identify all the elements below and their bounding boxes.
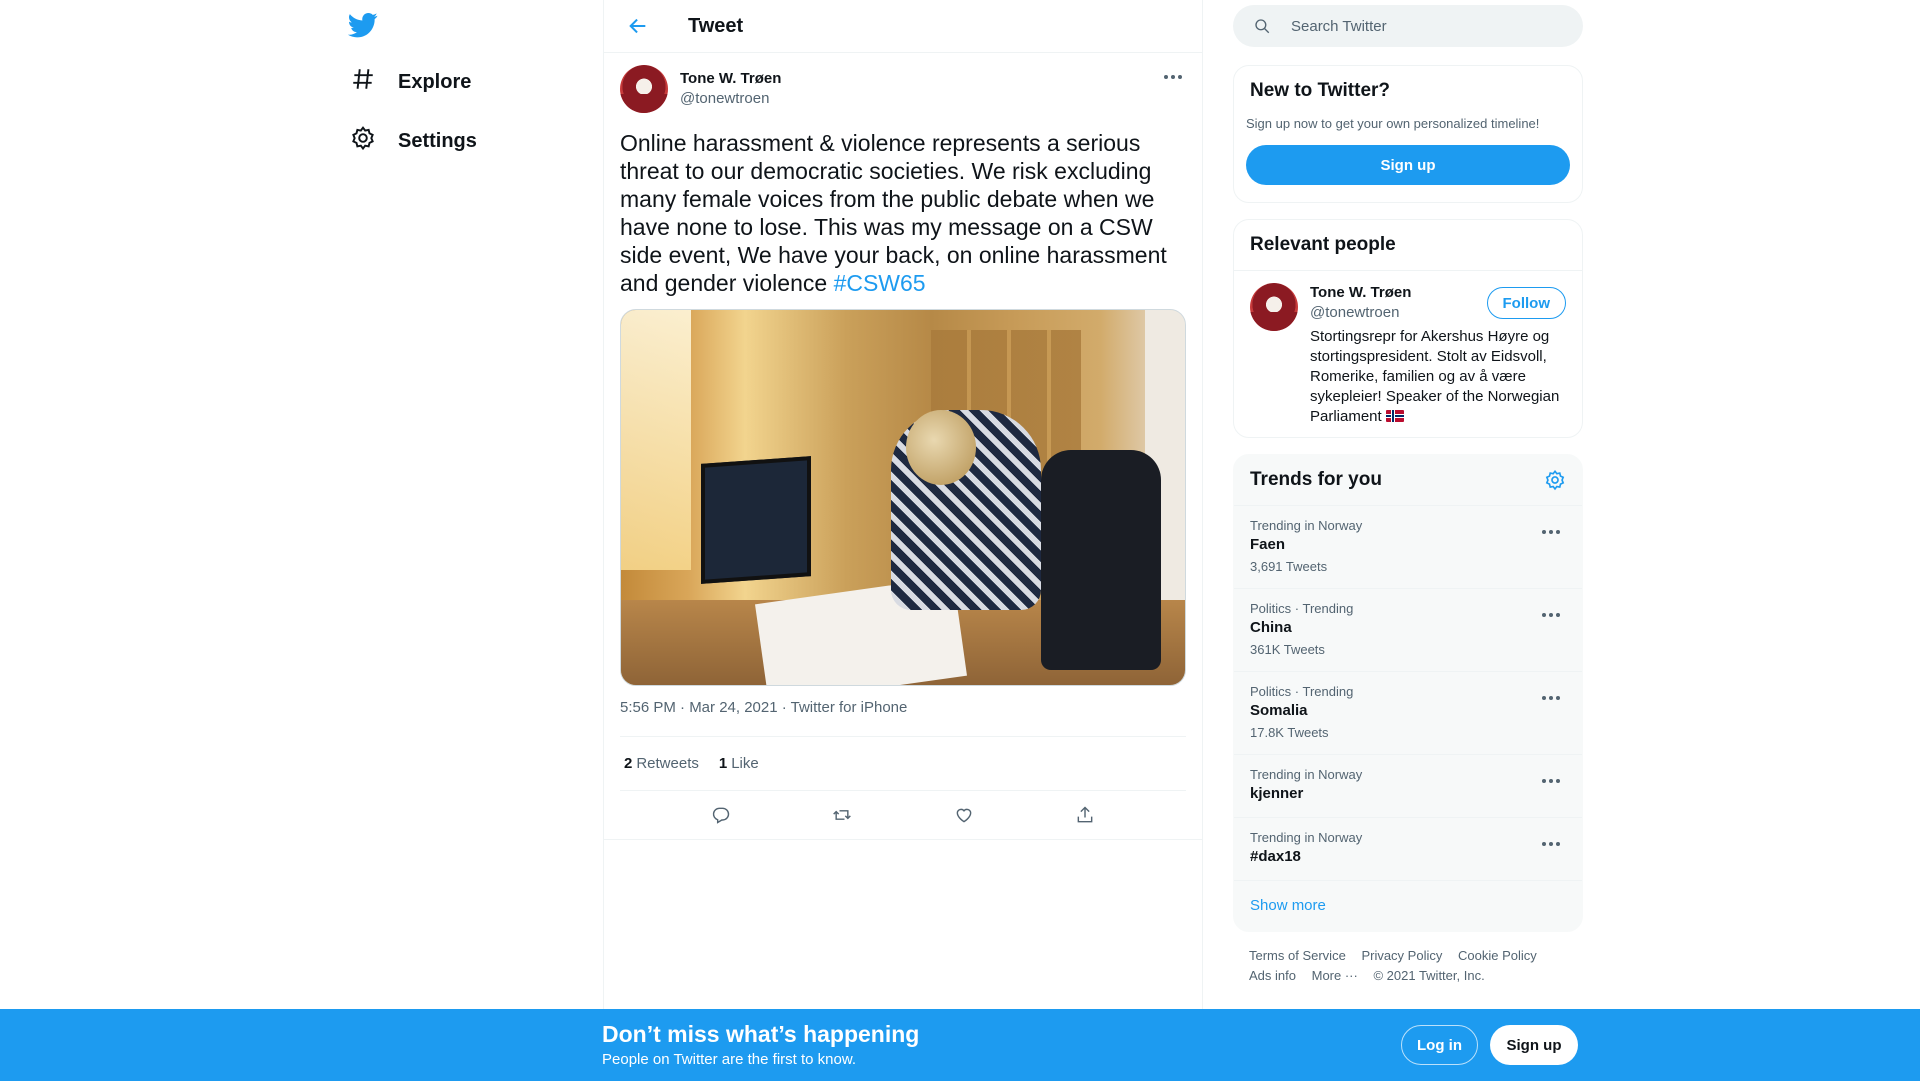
retweets-label: Retweets — [636, 755, 699, 772]
trend-count: 3,691 Tweets — [1250, 559, 1328, 574]
trends-header: Trends for you — [1234, 455, 1582, 505]
sidebar-signup-button[interactable]: Sign up — [1246, 145, 1570, 185]
retweets-count: 2 — [624, 755, 633, 772]
trends-title: Trends for you — [1250, 469, 1382, 490]
settings-gear-icon[interactable] — [1544, 469, 1566, 491]
trend-name: Somalia — [1250, 702, 1308, 719]
footer-link-terms[interactable]: Terms of Service — [1249, 948, 1346, 963]
hashtag-icon — [350, 66, 376, 98]
person-bio: Stortingsrepr for Akershus Høyre og stor… — [1310, 327, 1566, 427]
more-options-icon[interactable] — [1538, 688, 1564, 708]
trend-meta: Trending in Norway — [1250, 518, 1363, 533]
nav-settings-label: Settings — [398, 129, 477, 152]
like-icon[interactable] — [947, 798, 981, 832]
trend-count: 361K Tweets — [1250, 642, 1325, 657]
retweets-stat[interactable]: 2 Retweets — [624, 755, 699, 772]
trend-name: #dax18 — [1250, 848, 1301, 865]
trend-name: Faen — [1250, 536, 1286, 553]
nav-explore-label: Explore — [398, 70, 472, 93]
tweet-text: Online harassment & violence represents … — [620, 129, 1190, 297]
footer-links: Terms of Service Privacy Policy Cookie P… — [1233, 946, 1583, 986]
tweet-author: Tone W. Trøen @tonewtroen — [620, 65, 1186, 115]
footer-link-ads[interactable]: Ads info — [1249, 968, 1296, 983]
show-more-link[interactable]: Show more — [1234, 880, 1582, 930]
trend-item[interactable]: Politics · Trending Somalia 17.8K Tweets — [1234, 671, 1582, 754]
trend-item[interactable]: Trending in Norway Faen 3,691 Tweets — [1234, 505, 1582, 588]
trend-meta: Trending in Norway — [1250, 767, 1363, 782]
trends-card: Trends for you Trending in Norway Faen 3… — [1233, 454, 1583, 932]
relevant-people-title: Relevant people — [1234, 220, 1582, 271]
footer-link-privacy[interactable]: Privacy Policy — [1361, 948, 1442, 963]
hashtag-link[interactable]: #CSW65 — [834, 270, 926, 296]
trend-name: kjenner — [1250, 785, 1304, 802]
tweet-actions — [620, 791, 1186, 839]
more-options-icon[interactable] — [1538, 834, 1564, 854]
norway-flag-icon — [1385, 410, 1404, 422]
trend-count: 17.8K Tweets — [1250, 725, 1329, 740]
trend-name: China — [1250, 619, 1292, 636]
search-box[interactable] — [1233, 5, 1583, 47]
trend-meta: Trending in Norway — [1250, 830, 1363, 845]
relevant-people-card: Relevant people Tone W. Trøen @tonewtroe… — [1233, 219, 1583, 438]
likes-count: 1 — [718, 755, 728, 772]
footer-link-cookie[interactable]: Cookie Policy — [1458, 948, 1537, 963]
likes-stat[interactable]: 1 Like — [719, 755, 759, 772]
more-options-icon[interactable] — [1538, 522, 1564, 542]
tweet: Tone W. Trøen @tonewtroen Online harassm… — [604, 53, 1202, 840]
trend-item[interactable]: Politics · Trending China 361K Tweets — [1234, 588, 1582, 671]
gear-icon — [350, 125, 376, 157]
trend-meta: Politics · Trending — [1250, 684, 1354, 699]
avatar[interactable] — [620, 65, 668, 113]
search-icon — [1255, 19, 1270, 34]
reply-icon[interactable] — [704, 798, 738, 832]
nav-settings[interactable]: Settings — [350, 117, 477, 165]
author-name[interactable]: Tone W. Trøen — [680, 69, 781, 89]
new-to-twitter-title: New to Twitter? — [1250, 80, 1391, 101]
tweet-stats: 2 Retweets 1 Like — [620, 737, 1186, 791]
avatar[interactable] — [1250, 283, 1298, 331]
author-handle[interactable]: @tonewtroen — [680, 89, 781, 109]
trend-item[interactable]: Trending in Norway #dax18 — [1234, 817, 1582, 880]
likes-label: Like — [731, 755, 759, 772]
left-nav: Explore Settings — [340, 0, 602, 1081]
more-options-icon[interactable] — [1538, 771, 1564, 791]
main-header: Tweet — [604, 0, 1202, 53]
tweet-photo[interactable] — [620, 309, 1186, 686]
search-input[interactable] — [1291, 17, 1551, 35]
arrow-left-icon — [629, 18, 646, 34]
back-button[interactable] — [620, 8, 656, 44]
new-to-twitter-card: New to Twitter? Sign up now to get your … — [1233, 65, 1583, 203]
footer-link-more[interactable]: More ··· — [1312, 968, 1358, 983]
more-options-icon[interactable] — [1160, 67, 1186, 87]
nav-explore[interactable]: Explore — [350, 58, 471, 106]
relevant-person[interactable]: Tone W. Trøen @tonewtroen Stortingsrepr … — [1234, 271, 1582, 439]
twitter-bird-icon[interactable] — [347, 10, 380, 42]
trend-item[interactable]: Trending in Norway kjenner — [1234, 754, 1582, 817]
signup-button[interactable]: Sign up — [1490, 1025, 1578, 1065]
bottom-signup-bar: Don’t miss what’s happening People on Tw… — [0, 1009, 1920, 1081]
bottom-bar-subtitle: People on Twitter are the first to know. — [602, 1051, 857, 1068]
follow-button[interactable]: Follow — [1486, 287, 1566, 319]
footer-copyright: © 2021 Twitter, Inc. — [1373, 968, 1485, 983]
share-icon[interactable] — [1068, 798, 1102, 832]
trend-meta: Politics · Trending — [1250, 601, 1354, 616]
retweet-icon[interactable] — [825, 798, 859, 832]
tweet-timestamp[interactable]: 5:56 PM · Mar 24, 2021 · Twitter for iPh… — [620, 699, 1186, 737]
more-options-icon[interactable] — [1538, 605, 1564, 625]
page-title: Tweet — [688, 14, 744, 37]
person-bio-text: Stortingsrepr for Akershus Høyre og stor… — [1310, 328, 1560, 425]
main-column: Tweet Tone W. Trøen @tonewtroen Online h… — [603, 0, 1203, 1010]
new-to-twitter-subtitle: Sign up now to get your own personalized… — [1246, 116, 1540, 131]
bottom-bar-title: Don’t miss what’s happening — [602, 1021, 920, 1047]
login-button[interactable]: Log in — [1401, 1025, 1478, 1065]
